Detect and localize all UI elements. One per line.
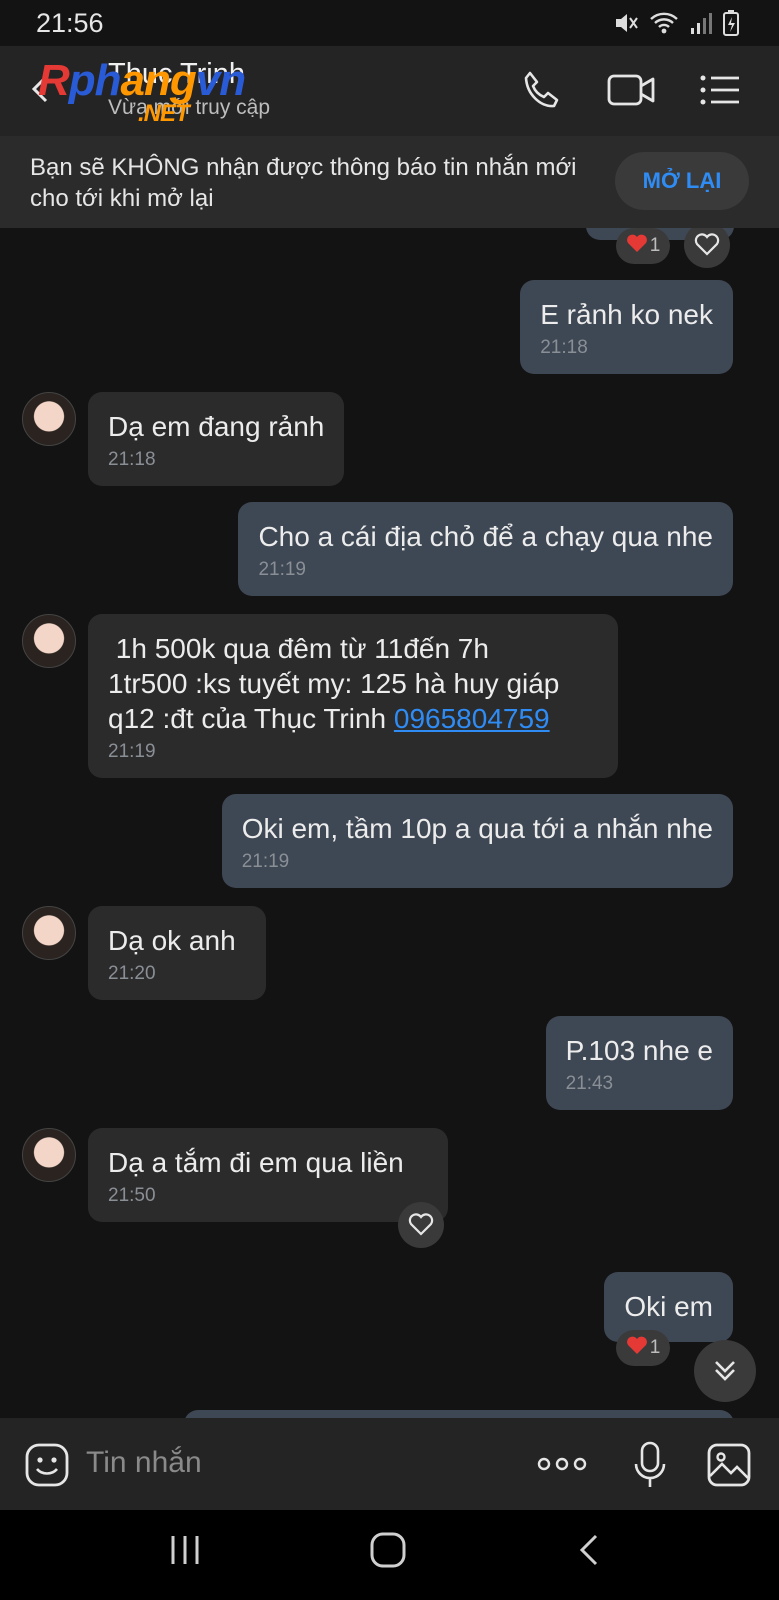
message-bubble-incoming[interactable]: Dạ em đang rảnh 21:18 xyxy=(88,392,345,486)
message-bubble-outgoing[interactable]: E rảnh ko nek 21:18 xyxy=(520,280,733,374)
message-bubble-outgoing[interactable]: Oki em, tầm 10p a qua tới a nhắn nhe 21:… xyxy=(221,794,733,888)
message-text: Dạ em đang rảnh xyxy=(108,411,325,442)
sticker-icon[interactable] xyxy=(24,1442,70,1493)
reopen-notifications-button[interactable]: MỞ LẠI xyxy=(615,152,749,210)
signal-icon xyxy=(689,10,713,41)
heart-reaction-icon xyxy=(626,1335,648,1361)
scroll-to-bottom-button[interactable] xyxy=(694,1340,756,1402)
phone-number-link[interactable]: 0965804759 xyxy=(394,703,550,734)
message-text: P.103 nhe e xyxy=(565,1035,713,1066)
wifi-icon xyxy=(649,10,679,41)
message-input-bar: Tin nhắn xyxy=(0,1418,779,1510)
message-time: 21:19 xyxy=(258,559,306,580)
menu-icon[interactable] xyxy=(698,68,748,118)
message-time: 21:43 xyxy=(565,1073,614,1094)
message-bubble-outgoing[interactable]: Cho a cái địa chỏ để a chạy qua nhe 21:1… xyxy=(238,502,733,596)
reaction-badge[interactable]: 1 xyxy=(616,1330,670,1366)
avatar[interactable] xyxy=(22,392,76,446)
message-bubble-incoming[interactable]: Dạ a tắm đi em qua liền 21:50 xyxy=(88,1128,448,1222)
message-time: 21:20 xyxy=(108,963,156,984)
react-heart-button[interactable] xyxy=(398,1202,444,1248)
chat-header: Thục Trinh Vừa mới truy cập Rphangvn .NE… xyxy=(0,46,779,136)
message-time: 21:19 xyxy=(241,851,290,872)
recent-apps-button[interactable] xyxy=(168,1530,202,1575)
system-navigation-bar xyxy=(0,1510,779,1600)
more-options-icon[interactable] xyxy=(536,1454,588,1479)
avatar[interactable] xyxy=(22,1128,76,1182)
message-text: Dạ a tắm đi em qua liền xyxy=(108,1147,404,1178)
mute-icon xyxy=(613,10,639,41)
message-text: Oki em xyxy=(624,1291,713,1322)
status-time: 21:56 xyxy=(36,8,104,38)
message-list[interactable]: 1 E rảnh ko nek 21:18 Dạ em đang rảnh 21… xyxy=(0,228,779,1418)
reaction-count: 1 xyxy=(649,1337,661,1358)
message-bubble-partial[interactable] xyxy=(184,1410,734,1418)
avatar[interactable] xyxy=(22,614,76,668)
mute-notice-banner: Bạn sẽ KHÔNG nhận được thông báo tin nhắ… xyxy=(0,136,779,228)
status-bar: 21:56 xyxy=(0,0,779,46)
message-text: Oki em, tầm 10p a qua tới a nhắn nhe xyxy=(241,813,713,844)
avatar[interactable] xyxy=(22,906,76,960)
video-call-icon[interactable] xyxy=(606,68,656,118)
message-text: E rảnh ko nek xyxy=(540,299,713,330)
heart-reaction-icon xyxy=(626,233,648,259)
watermark-logo: Rphangvn .NET xyxy=(38,56,246,127)
message-input[interactable]: Tin nhắn xyxy=(86,1446,202,1480)
message-time: 21:19 xyxy=(108,741,156,762)
phone-call-icon[interactable] xyxy=(520,68,570,118)
react-heart-button[interactable] xyxy=(684,228,730,268)
message-bubble-outgoing[interactable]: P.103 nhe e 21:43 xyxy=(545,1016,733,1110)
reaction-count: 1 xyxy=(649,235,661,256)
mute-notice-text: Bạn sẽ KHÔNG nhận được thông báo tin nhắ… xyxy=(30,154,577,212)
message-text: Dạ ok anh xyxy=(108,925,236,956)
message-bubble-incoming[interactable]: Dạ ok anh 21:20 xyxy=(88,906,266,1000)
message-text-line: 1h 500k qua đêm từ 11đến 7h xyxy=(108,633,489,664)
home-button[interactable] xyxy=(368,1530,408,1575)
message-text: Cho a cái địa chỏ để a chạy qua nhe xyxy=(258,521,713,552)
message-bubble-outgoing[interactable]: Oki em xyxy=(604,1272,733,1342)
battery-icon xyxy=(723,10,739,41)
back-nav-button[interactable] xyxy=(576,1530,602,1575)
message-text-line: q12 :đt của Thục Trinh xyxy=(108,703,394,734)
reaction-badge[interactable]: 1 xyxy=(616,228,670,264)
message-time: 21:18 xyxy=(108,449,156,470)
gallery-icon[interactable] xyxy=(706,1442,752,1493)
message-text-line: 1tr500 :ks tuyết my: 125 hà huy giáp xyxy=(108,668,560,699)
microphone-icon[interactable] xyxy=(632,1440,668,1495)
status-icons xyxy=(613,10,739,41)
message-bubble-incoming[interactable]: 1h 500k qua đêm từ 11đến 7h 1tr500 :ks t… xyxy=(88,614,618,778)
message-time: 21:50 xyxy=(108,1185,156,1206)
message-time: 21:18 xyxy=(540,337,588,358)
